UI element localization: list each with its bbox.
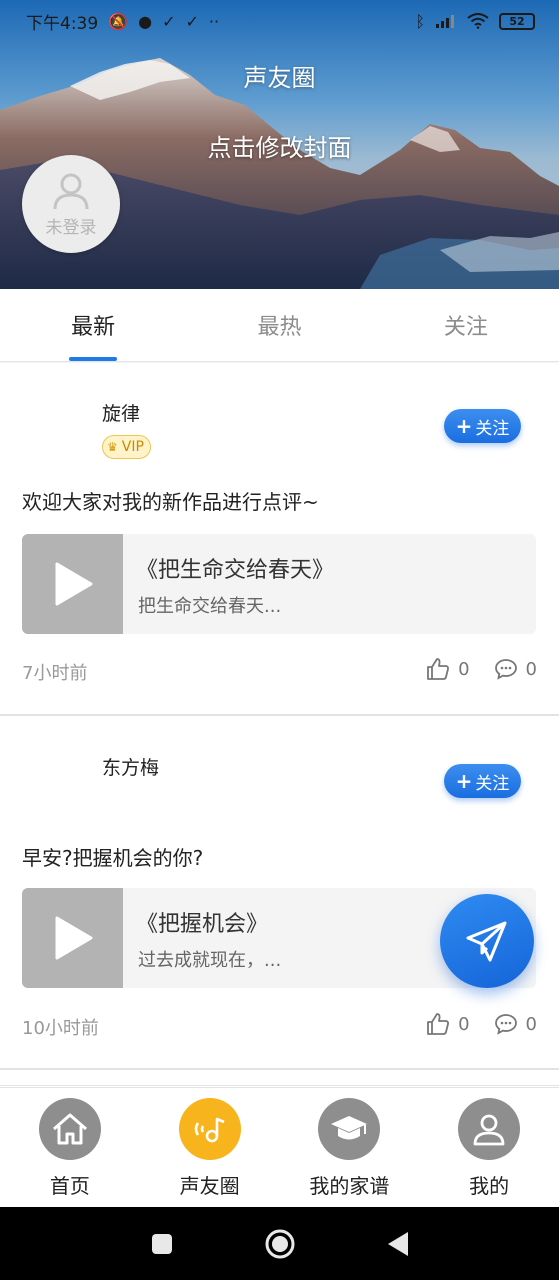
follow-label: 关注 (475, 418, 510, 439)
battery-icon: 52 (499, 12, 535, 30)
cover-header[interactable]: 下午4:39 🔕 ● ✓ ✓ ·· ᛒ 52 声友圈 点击修改封面 未登录 (0, 0, 559, 289)
graduation-cap-icon (318, 1098, 381, 1160)
home-circle-icon[interactable] (264, 1228, 296, 1260)
check-icon: ✓ (162, 11, 176, 31)
like-count: 0 (458, 1013, 470, 1035)
next-post-edge (0, 1072, 559, 1086)
page-title: 声友圈 (243, 64, 316, 92)
nav-circle-feed[interactable]: 声友圈 (140, 1088, 280, 1207)
crown-icon: ♛ (107, 440, 118, 454)
more-dots-icon: ·· (208, 11, 220, 31)
post-actions: 0 0 (426, 657, 537, 681)
send-plane-icon (466, 921, 507, 962)
media-card[interactable]: 《把生命交给春天》 把生命交给春天... (22, 534, 536, 634)
comment-button[interactable]: 0 (494, 657, 537, 681)
vip-label: VIP (121, 439, 144, 455)
status-time: 下午4:39 (26, 13, 99, 34)
thumbs-up-icon (427, 658, 450, 680)
nav-profile[interactable]: 我的 (419, 1088, 559, 1207)
tab-latest[interactable]: 最新 (0, 289, 186, 361)
media-subtitle: 把生命交给春天... (138, 596, 282, 617)
follow-button[interactable]: + 关注 (444, 764, 521, 798)
nav-home-label: 首页 (49, 1174, 90, 1198)
login-label: 未登录 (45, 217, 97, 238)
play-thumbnail[interactable] (22, 888, 123, 988)
plus-icon: + (455, 769, 473, 793)
plus-icon: + (455, 414, 473, 438)
follow-button[interactable]: + 关注 (444, 409, 521, 443)
play-icon (55, 562, 92, 606)
post-text: 欢迎大家对我的新作品进行点评~ (22, 490, 319, 514)
media-title: 《把生命交给春天》 (136, 558, 335, 583)
media-subtitle: 过去成就现在，... (138, 950, 282, 971)
home-icon (38, 1098, 101, 1160)
nav-family-tree[interactable]: 我的家谱 (280, 1088, 420, 1207)
tab-following[interactable]: 关注 (373, 289, 559, 361)
status-bar: 下午4:39 🔕 ● ✓ ✓ ·· ᛒ 52 (0, 0, 559, 42)
post-author[interactable]: 旋律 (102, 399, 140, 426)
comment-count: 0 (525, 1013, 537, 1035)
post-text: 早安?把握机会的你? (22, 846, 204, 870)
like-button[interactable]: 0 (426, 1012, 470, 1036)
bottom-nav: 首页 声友圈 我的家谱 我的 (0, 1087, 559, 1207)
check-icon: ✓ (185, 11, 199, 31)
recents-icon[interactable] (150, 1232, 174, 1256)
comment-count: 0 (525, 658, 537, 680)
publish-fab-button[interactable] (440, 894, 534, 988)
post-actions: 0 0 (426, 1012, 537, 1036)
tab-hot-label: 最热 (257, 315, 302, 340)
follow-label: 关注 (475, 773, 510, 794)
comment-button[interactable]: 0 (494, 1012, 537, 1036)
nav-family-tree-label: 我的家谱 (309, 1174, 390, 1198)
tab-active-indicator (69, 357, 118, 361)
login-avatar[interactable]: 未登录 (22, 155, 120, 253)
like-count: 0 (458, 658, 470, 680)
comment-icon (494, 1014, 517, 1035)
media-title: 《把握机会》 (136, 912, 269, 937)
tab-following-label: 关注 (443, 315, 488, 340)
tab-latest-label: 最新 (71, 315, 116, 340)
music-circle-icon (178, 1098, 241, 1160)
wifi-icon (467, 13, 489, 29)
post-time: 7小时前 (22, 663, 88, 684)
feed-tabs: 最新 最热 关注 (0, 289, 559, 362)
feed-post[interactable]: 东方梅 + 关注 早安?把握机会的你? 《把握机会》 过去成就现在，... 10… (0, 718, 559, 1070)
battery-level: 52 (509, 14, 525, 28)
thumbs-up-icon (427, 1013, 450, 1035)
vip-badge: ♛ VIP (102, 435, 151, 459)
play-icon (55, 916, 92, 960)
bluetooth-icon: ᛒ (415, 11, 425, 31)
nav-profile-label: 我的 (469, 1174, 510, 1198)
like-button[interactable]: 0 (426, 657, 470, 681)
chat-icon: ● (138, 11, 153, 31)
back-icon[interactable] (386, 1231, 410, 1257)
play-thumbnail[interactable] (22, 534, 123, 634)
system-nav-bar (0, 1207, 559, 1280)
comment-icon (494, 659, 517, 680)
post-time: 10小时前 (22, 1018, 99, 1039)
user-icon (458, 1098, 521, 1160)
nav-circle-feed-label: 声友圈 (179, 1174, 240, 1198)
nav-home[interactable]: 首页 (0, 1088, 140, 1207)
user-icon (53, 173, 89, 209)
bell-muted-icon: 🔕 (108, 11, 129, 31)
signal-icon (436, 15, 454, 28)
post-author[interactable]: 东方梅 (102, 753, 159, 780)
feed-post[interactable]: 旋律 ♛ VIP + 关注 欢迎大家对我的新作品进行点评~ 《把生命交给春天》 … (0, 363, 559, 716)
tab-hot[interactable]: 最热 (186, 289, 372, 361)
